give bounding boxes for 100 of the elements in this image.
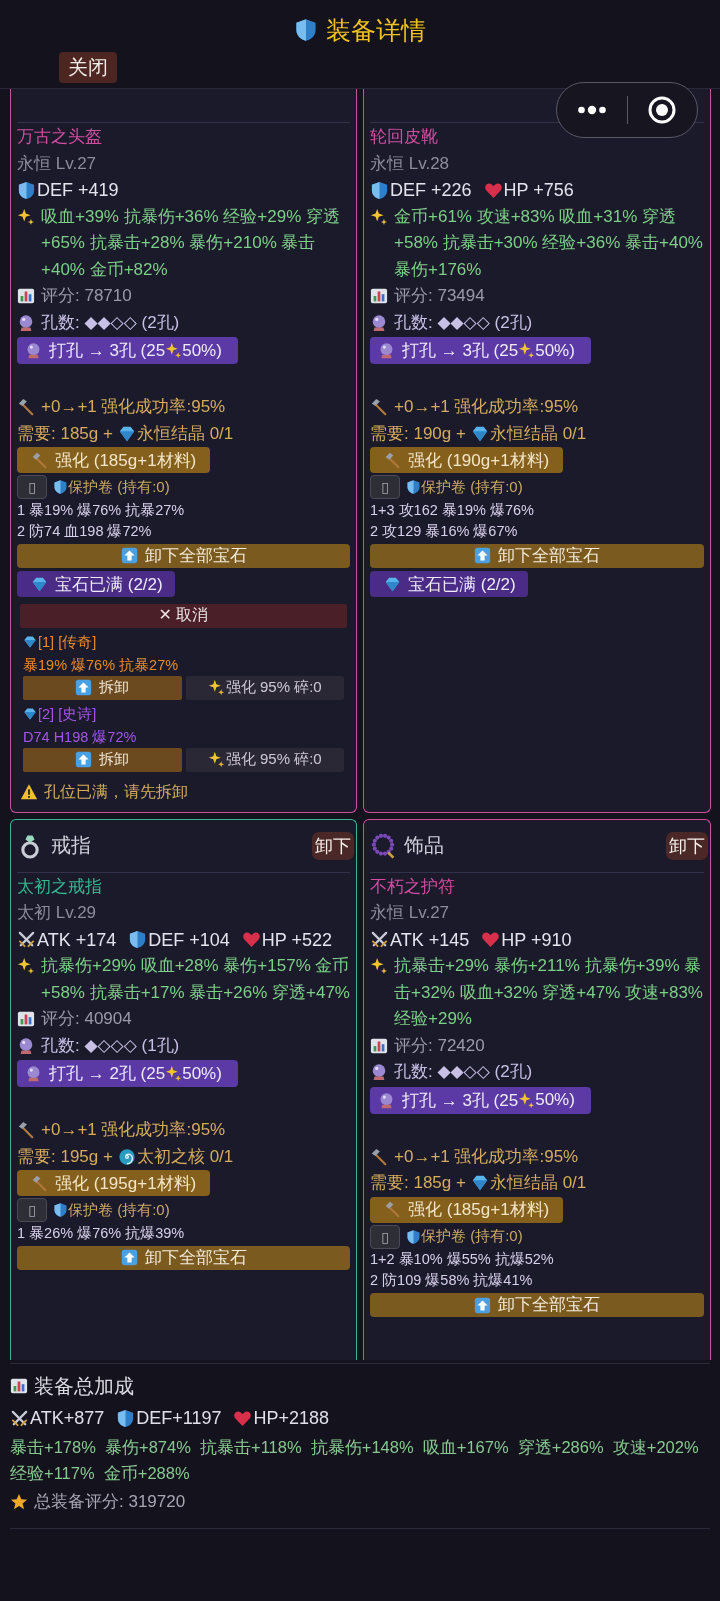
up-arrow-icon <box>120 1249 138 1266</box>
punch-socket-button[interactable]: 打孔 → 3孔 (25 50%) <box>370 337 591 364</box>
crossed-swords-icon <box>17 930 36 950</box>
shield-icon <box>406 479 421 495</box>
enhance-rate: +0→+1 强化成功率:95% <box>41 396 226 418</box>
shield-icon <box>128 930 148 950</box>
sparkle-icon <box>165 342 183 359</box>
warning-text: 孔位已满，请先拆卸 <box>44 781 188 802</box>
item-name: 不朽之护符 <box>370 875 456 898</box>
bonus-stats: 金币+61% 攻速+83% 吸血+31% 穿透+58% 抗暴击+30% 经验+36% 暴击+40% 暴伤+176% <box>394 205 704 281</box>
sparkle-icon <box>518 342 536 359</box>
gem-stats: 暴19% 爆76% 抗暴27% <box>23 655 180 675</box>
hammer-icon <box>31 451 48 469</box>
material-count: 永恒结晶 0/1 <box>489 422 587 445</box>
bonus-stats: 吸血+39% 抗暴伤+36% 经验+29% 穿透+65% 抗暴击+28% 暴伤+210% 暴击+40% 金币+82% <box>41 205 342 281</box>
enhance-cost: 需要: 190g + <box>370 422 466 445</box>
protect-label: 保护卷 (持有:0) <box>68 1200 170 1220</box>
unmount-all-button[interactable]: 卸下全部宝石 <box>370 1293 704 1317</box>
hammer-icon <box>31 1174 48 1192</box>
gem-stats: 1+2 暴10% 爆55% 抗爆52% <box>370 1250 555 1269</box>
score-text: 评分: 73494 <box>394 285 485 307</box>
stat-text: DEF +104 <box>148 928 230 952</box>
enhance-rate: +0→+1 强化成功率:95% <box>394 1145 579 1168</box>
heart-icon <box>233 1408 253 1428</box>
unmount-all-button[interactable]: 卸下全部宝石 <box>17 1245 350 1270</box>
enhance-rate: +0→+1 强化成功率:95% <box>41 1119 226 1141</box>
gem-stats: D74 H198 爆72% <box>23 727 138 747</box>
item-grade: 永恒 Lv.28 <box>370 152 451 175</box>
bar-chart-icon <box>10 1377 28 1395</box>
star-icon <box>10 1493 28 1511</box>
unequip-button[interactable]: 卸下 <box>666 831 708 860</box>
up-arrow-icon <box>474 547 491 564</box>
unequip-button[interactable]: 卸下 <box>312 831 354 860</box>
bead-necklace-icon <box>370 832 396 859</box>
gem-stats: 1+3 攻162 暴19% 爆76% <box>370 500 535 520</box>
cancel-button[interactable]: ✕ 取消 <box>20 603 347 628</box>
gem-icon <box>117 424 136 443</box>
shield-icon <box>53 1202 68 1218</box>
hammer-icon <box>370 398 388 417</box>
stat-text: ATK +174 <box>37 928 117 952</box>
spiral-icon <box>117 1147 136 1166</box>
punch-socket-button[interactable]: 打孔 → 3孔 (25 50%) <box>17 337 238 364</box>
gem-stats: 2 防109 爆58% 抗爆41% <box>370 1271 534 1290</box>
gems-full-button[interactable]: 宝石已满 (2/2) <box>370 571 528 597</box>
enhance-button[interactable]: 强化 (185g+1材料) <box>17 447 211 473</box>
heart-icon <box>481 930 501 950</box>
score-text: 评分: 40904 <box>41 1008 132 1030</box>
enhance-button[interactable]: 强化 (190g+1材料) <box>370 447 564 473</box>
unmount-all-button[interactable]: 卸下全部宝石 <box>17 543 350 568</box>
crystal-ball-icon <box>25 1065 42 1082</box>
bar-chart-icon <box>17 1010 35 1029</box>
crystal-ball-icon <box>378 342 395 359</box>
shield-icon <box>294 17 318 43</box>
upgrade-gem-button[interactable]: 强化 95% 碎:0 <box>185 747 344 772</box>
heart-icon <box>483 180 503 200</box>
sparkle-icon <box>370 957 388 975</box>
sparkle-icon <box>17 207 35 226</box>
crossed-swords-icon <box>10 1408 29 1428</box>
shield-icon <box>116 1408 136 1428</box>
bonus-stats: 抗暴伤+29% 吸血+28% 暴伤+157% 金币+58% 抗暴击+17% 暴击+26% 穿透+47% <box>41 955 350 1004</box>
hammer-icon <box>17 1121 35 1140</box>
socket-count: 孔数: ◆◆◇◇ (2孔) <box>41 311 180 334</box>
upgrade-gem-button[interactable]: 强化 95% 碎:0 <box>185 675 344 700</box>
item-name: 太初之戒指 <box>17 875 103 898</box>
window-title: 装备详情 <box>326 14 426 46</box>
gem-stats: 1 暴19% 爆76% 抗暴27% <box>17 500 186 520</box>
stat-text: DEF+1197 <box>136 1407 222 1430</box>
protect-scroll-button[interactable]: ▯ <box>17 1198 47 1222</box>
punch-socket-button[interactable]: 打孔 → 2孔 (25 50%) <box>17 1060 238 1087</box>
enhance-rate: +0→+1 强化成功率:95% <box>394 396 579 418</box>
gem-icon <box>23 634 37 649</box>
bar-chart-icon <box>370 287 388 306</box>
protect-scroll-button[interactable]: ▯ <box>370 475 400 499</box>
punch-socket-button[interactable]: 打孔 → 3孔 (25 50%) <box>370 1086 591 1114</box>
close-button[interactable]: 关闭 <box>59 52 117 83</box>
section-title: 装备总加成 <box>34 1374 134 1399</box>
gems-full-button[interactable]: 宝石已满 (2/2) <box>17 571 175 597</box>
sparkle-icon <box>207 751 225 768</box>
remove-gem-button[interactable]: 拆卸 <box>23 675 182 700</box>
unmount-all-button[interactable]: 卸下全部宝石 <box>370 543 704 568</box>
material-count: 永恒结晶 0/1 <box>489 1172 587 1194</box>
gem-title: [1] [传奇] <box>38 632 97 652</box>
protect-label: 保护卷 (持有:0) <box>68 477 170 497</box>
protect-scroll-button[interactable]: ▯ <box>370 1224 400 1249</box>
gem-icon <box>470 1174 489 1193</box>
crossed-swords-icon <box>370 930 389 950</box>
hammer-icon <box>384 451 401 469</box>
enhance-button[interactable]: 强化 (185g+1材料) <box>370 1196 564 1223</box>
material-count: 永恒结晶 0/1 <box>136 422 234 445</box>
gem-icon <box>470 424 489 443</box>
protect-scroll-button[interactable]: ▯ <box>17 475 47 499</box>
sparkle-icon <box>370 207 388 226</box>
enhance-button[interactable]: 强化 (195g+1材料) <box>17 1170 211 1196</box>
stat-text: HP +756 <box>503 179 574 202</box>
shield-icon <box>17 180 36 200</box>
stat-text: ATK +145 <box>390 928 470 952</box>
hammer-icon <box>384 1201 401 1218</box>
crystal-ball-icon <box>370 313 388 332</box>
remove-gem-button[interactable]: 拆卸 <box>23 747 182 772</box>
gem-icon <box>23 706 37 721</box>
